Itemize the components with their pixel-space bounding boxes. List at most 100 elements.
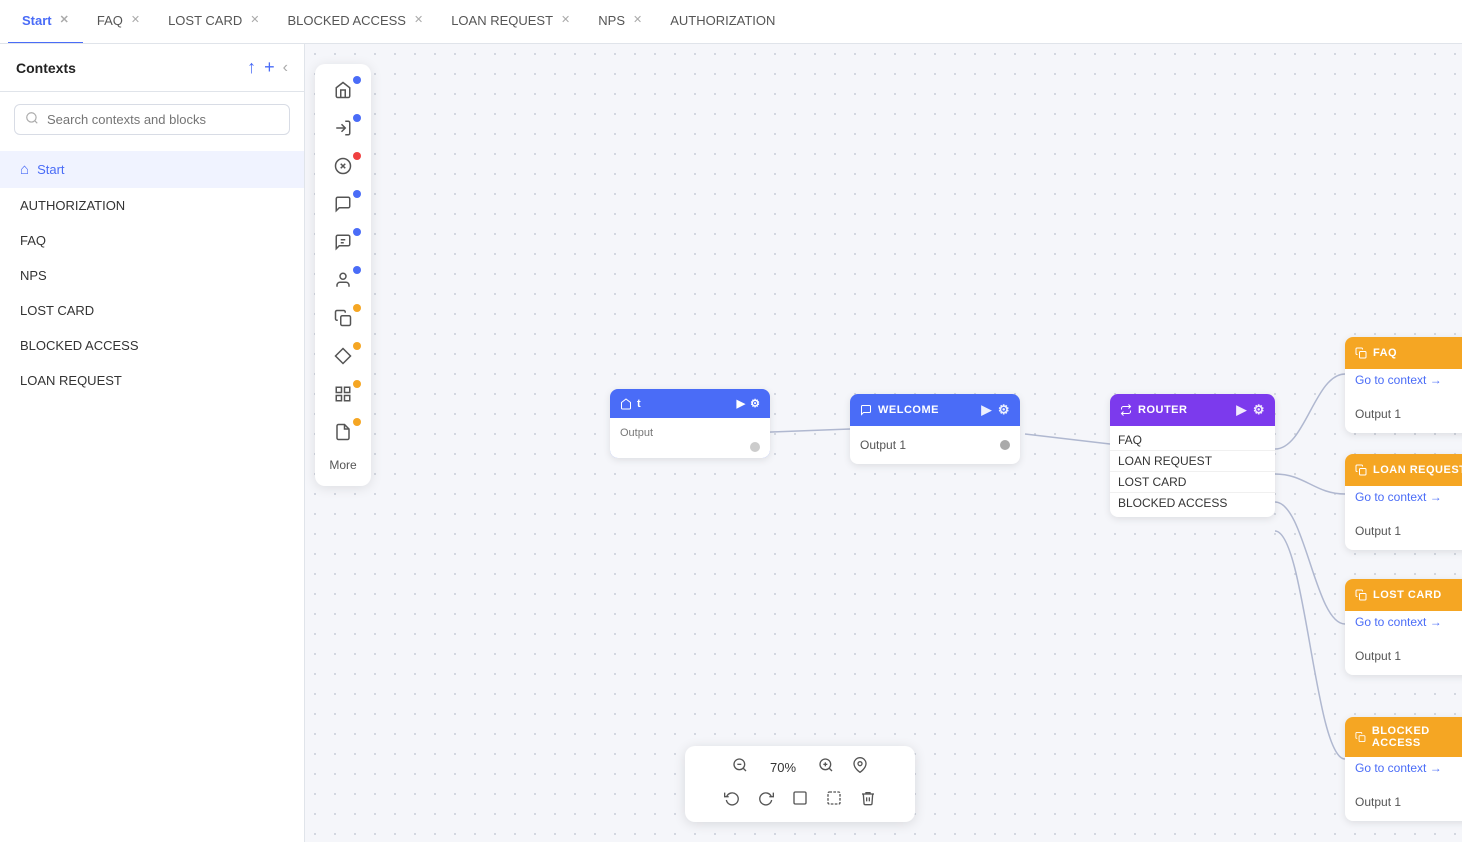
tab-blocked-access-label: BLOCKED ACCESS <box>287 13 406 28</box>
tool-copy[interactable] <box>323 300 363 336</box>
node-loan-context-body: Output 1 <box>1345 512 1462 550</box>
tab-loan-request[interactable]: LOAN REQUEST ✕ <box>437 0 584 44</box>
node-router-header: ROUTER ▶ ⚙ <box>1110 394 1275 426</box>
zoom-out-button[interactable] <box>729 754 751 781</box>
node-faq-context: FAQ ▶ ⚙ Go to context → Output 1 <box>1345 337 1462 433</box>
select-button[interactable] <box>789 787 811 814</box>
tab-authorization[interactable]: AUTHORIZATION <box>656 0 789 44</box>
node-start-play[interactable]: ▶ <box>737 397 745 410</box>
node-start-label: t <box>620 398 641 410</box>
tab-nps-label: NPS <box>598 13 625 28</box>
tab-lost-card-close[interactable]: ✕ <box>250 15 259 26</box>
node-welcome-header: WELCOME ▶ ⚙ <box>850 394 1020 426</box>
node-lost-card-output-label: Output 1 <box>1355 649 1401 663</box>
node-start-settings[interactable]: ⚙ <box>750 397 760 410</box>
node-lost-card-context: LOST CARD ▶ ⚙ Go to context → Output 1 <box>1345 579 1462 675</box>
node-lost-card-context-label: LOST CARD <box>1373 589 1442 601</box>
sidebar-item-blocked-access[interactable]: BLOCKED ACCESS <box>0 328 304 363</box>
tab-faq-close[interactable]: ✕ <box>131 15 140 26</box>
tool-grid[interactable] <box>323 376 363 412</box>
node-loan-context-header: LOAN REQUEST ▶ ⚙ <box>1345 454 1462 486</box>
tab-blocked-access[interactable]: BLOCKED ACCESS ✕ <box>273 0 437 44</box>
tool-enter-dot <box>353 114 361 122</box>
node-blocked-link[interactable]: Go to context → <box>1345 757 1462 783</box>
sidebar-header: Contexts ↑ + ‹ <box>0 44 304 92</box>
tool-chat-dot <box>353 228 361 236</box>
tab-start-close[interactable]: ✕ <box>60 15 69 26</box>
node-router-play[interactable]: ▶ <box>1236 402 1247 418</box>
sidebar-item-nps[interactable]: NPS <box>0 258 304 293</box>
sidebar-title: Contexts <box>16 60 76 76</box>
node-faq-context-label: FAQ <box>1373 347 1397 359</box>
tab-lost-card[interactable]: LOST CARD ✕ <box>154 0 273 44</box>
tool-chat[interactable] <box>323 224 363 260</box>
sidebar-add-button[interactable]: + <box>264 57 275 78</box>
tab-faq[interactable]: FAQ ✕ <box>83 0 154 44</box>
more-button[interactable]: More <box>321 452 364 478</box>
location-button[interactable] <box>849 754 871 781</box>
node-faq-output-label: Output 1 <box>1355 407 1401 421</box>
tool-enter[interactable] <box>323 110 363 146</box>
tab-nps[interactable]: NPS ✕ <box>584 0 656 44</box>
search-icon <box>25 111 39 128</box>
canvas-area[interactable]: More t ▶ ⚙ Output <box>305 44 1462 842</box>
node-faq-link[interactable]: Go to context → <box>1345 369 1462 395</box>
sidebar-item-nps-label: NPS <box>20 268 47 283</box>
search-input[interactable] <box>47 112 279 127</box>
node-welcome-play[interactable]: ▶ <box>981 402 992 418</box>
sidebar-item-lost-card[interactable]: LOST CARD <box>0 293 304 328</box>
node-loan-link[interactable]: Go to context → <box>1345 486 1462 512</box>
bottom-toolbar: 70% <box>685 746 915 822</box>
node-router-label: ROUTER <box>1138 404 1187 416</box>
node-welcome-output-label: Output 1 <box>860 438 906 452</box>
node-loan-output: Output 1 <box>1355 520 1462 542</box>
sidebar-nav: ⌂ Start AUTHORIZATION FAQ NPS LOST CARD … <box>0 147 304 842</box>
search-box <box>14 104 290 135</box>
router-item-loan-request: LOAN REQUEST <box>1110 451 1275 472</box>
tab-loan-request-close[interactable]: ✕ <box>561 15 570 26</box>
tool-document-dot <box>353 418 361 426</box>
tool-home[interactable] <box>323 72 363 108</box>
sidebar-actions: ↑ + ‹ <box>247 57 288 78</box>
node-start-output-dot[interactable] <box>750 442 760 452</box>
sidebar-item-authorization[interactable]: AUTHORIZATION <box>0 188 304 223</box>
delete-button[interactable] <box>857 787 879 814</box>
node-welcome: WELCOME ▶ ⚙ Output 1 <box>850 394 1020 464</box>
router-item-blocked-access: BLOCKED ACCESS <box>1110 493 1275 513</box>
tab-nps-close[interactable]: ✕ <box>633 15 642 26</box>
toolbar-edit-row <box>721 787 879 814</box>
zoom-in-button[interactable] <box>815 754 837 781</box>
node-lost-card-context-header-left: LOST CARD <box>1355 589 1442 601</box>
node-faq-output: Output 1 <box>1355 403 1462 425</box>
node-loan-output-label: Output 1 <box>1355 524 1401 538</box>
node-start: t ▶ ⚙ Output <box>610 389 770 458</box>
sidebar-item-start[interactable]: ⌂ Start <box>0 151 304 188</box>
home-icon: ⌂ <box>20 161 29 178</box>
tool-diamond[interactable] <box>323 338 363 374</box>
node-router-settings[interactable]: ⚙ <box>1253 402 1265 418</box>
sidebar-collapse-button[interactable]: ‹ <box>283 59 288 77</box>
tab-start[interactable]: Start ✕ <box>8 0 83 44</box>
node-router: ROUTER ▶ ⚙ FAQ LOAN REQUEST LOST CARD BL… <box>1110 394 1275 517</box>
sidebar-item-loan-request[interactable]: LOAN REQUEST <box>0 363 304 398</box>
node-lost-card-link[interactable]: Go to context → <box>1345 611 1462 637</box>
sidebar-item-faq[interactable]: FAQ <box>0 223 304 258</box>
node-welcome-output-dot[interactable] <box>1000 440 1010 450</box>
node-welcome-output: Output 1 <box>860 434 1010 456</box>
tool-home-dot <box>353 76 361 84</box>
node-blocked-access-context-header: BLOCKED ACCESS ▶ ⚙ <box>1345 717 1462 757</box>
tool-document[interactable] <box>323 414 363 450</box>
router-item-lost-card: LOST CARD <box>1110 472 1275 493</box>
sidebar-item-loan-request-label: LOAN REQUEST <box>20 373 122 388</box>
tool-message[interactable] <box>323 186 363 222</box>
sidebar-upload-button[interactable]: ↑ <box>247 57 256 78</box>
tool-person[interactable] <box>323 262 363 298</box>
tab-blocked-access-close[interactable]: ✕ <box>414 15 423 26</box>
tool-copy-dot <box>353 304 361 312</box>
node-welcome-settings[interactable]: ⚙ <box>998 402 1010 418</box>
redo-button[interactable] <box>755 787 777 814</box>
marquee-button[interactable] <box>823 787 845 814</box>
tool-close-circle[interactable] <box>323 148 363 184</box>
undo-button[interactable] <box>721 787 743 814</box>
tab-faq-label: FAQ <box>97 13 123 28</box>
